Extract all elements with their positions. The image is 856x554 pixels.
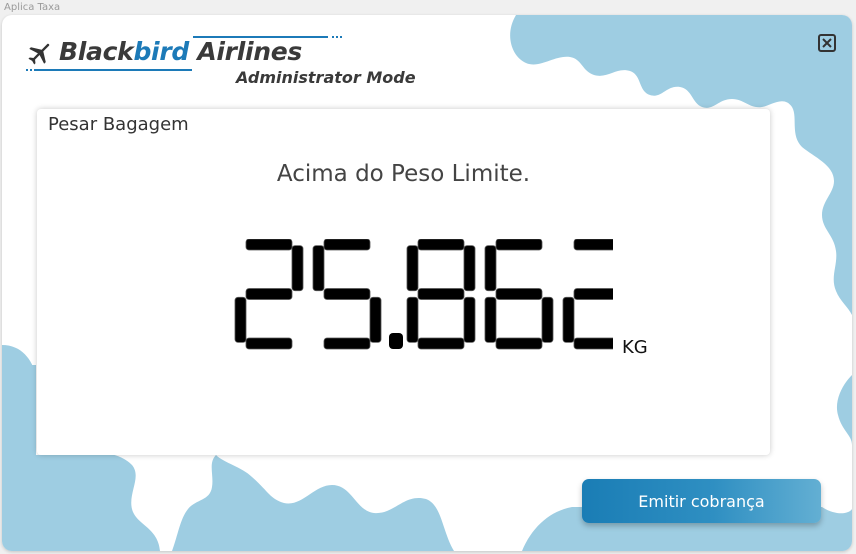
lcd-segment-b bbox=[291, 245, 304, 292]
logo-decor-line-bottom bbox=[34, 69, 192, 71]
lcd-segment-g bbox=[495, 288, 543, 300]
dialog-window: Blackbird Airlines Administrator Mode Pe… bbox=[2, 15, 852, 551]
lcd-segment-d bbox=[495, 337, 543, 350]
lcd-segment-a bbox=[245, 239, 293, 251]
lcd-digit-4 bbox=[562, 239, 613, 350]
lcd-digit-2 bbox=[406, 239, 476, 350]
logo-decor-dots bbox=[332, 36, 344, 38]
lcd-segment-g bbox=[245, 288, 293, 300]
weight-status: Acima do Peso Limite. bbox=[276, 161, 531, 187]
lcd-digit-0 bbox=[234, 239, 304, 350]
lcd-segment-d bbox=[323, 337, 371, 350]
lcd-segment-b bbox=[463, 245, 476, 292]
lcd-digit-1 bbox=[312, 239, 382, 350]
lcd-segment-g bbox=[417, 288, 465, 300]
brand-logo: Blackbird Airlines Administrator Mode bbox=[26, 35, 446, 115]
close-icon bbox=[822, 38, 832, 48]
lcd-segment-f bbox=[484, 245, 497, 292]
lcd-segment-f bbox=[312, 245, 325, 292]
lcd-segment-g bbox=[573, 288, 613, 300]
lcd-segment-d bbox=[245, 337, 293, 350]
lcd-segment-d bbox=[573, 337, 613, 350]
lcd-segment-d bbox=[417, 337, 465, 350]
blob-right-lower bbox=[836, 375, 852, 445]
logo-decor-dots-bottom bbox=[26, 69, 32, 71]
lcd-decimal-point bbox=[389, 333, 403, 349]
lcd-segment-c bbox=[369, 296, 382, 343]
lcd-segment-c bbox=[541, 296, 554, 343]
brand-name-part2: bird bbox=[133, 37, 189, 66]
lcd-digit-3 bbox=[484, 239, 554, 350]
brand-name-part1: Black bbox=[59, 37, 134, 66]
lcd-segment-c bbox=[463, 296, 476, 343]
blob-bottom-middle bbox=[172, 455, 454, 551]
emit-charge-button[interactable]: Emitir cobrança bbox=[582, 479, 821, 523]
lcd-segment-a bbox=[573, 239, 613, 251]
weight-unit: KG bbox=[622, 337, 648, 358]
close-button[interactable] bbox=[818, 34, 836, 52]
lcd-segment-a bbox=[495, 239, 543, 251]
lcd-segment-g bbox=[323, 288, 371, 300]
lcd-segment-a bbox=[417, 239, 465, 251]
lcd-segment-e bbox=[562, 296, 575, 343]
lcd-segment-a bbox=[323, 239, 371, 251]
lcd-segment-e bbox=[406, 296, 419, 343]
mode-subtitle: Administrator Mode bbox=[236, 68, 416, 87]
airplane-icon bbox=[28, 43, 50, 65]
lcd-segment-e bbox=[234, 296, 247, 343]
weight-display bbox=[234, 239, 613, 350]
weigh-panel: Pesar Bagagem Acima do Peso Limite. KG bbox=[37, 109, 770, 455]
panel-title: Pesar Bagagem bbox=[48, 114, 189, 135]
lcd-segment-f bbox=[406, 245, 419, 292]
brand-name-part3: Airlines bbox=[188, 37, 302, 66]
brand-name: Blackbird Airlines bbox=[59, 37, 302, 66]
window-title: Aplica Taxa bbox=[4, 2, 61, 13]
lcd-segment-e bbox=[484, 296, 497, 343]
